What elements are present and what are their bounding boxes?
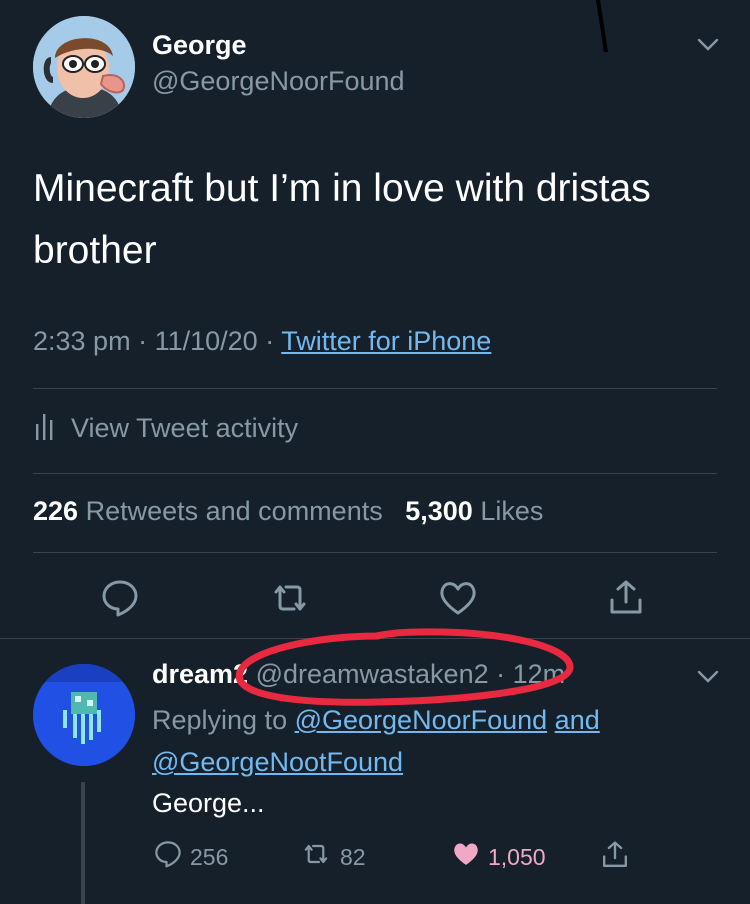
reply-like-count: 1,050 [488, 843, 546, 870]
author-name[interactable]: George [152, 30, 247, 61]
tweet-meta: 2:33 pm · 11/10/20 · Twitter for iPhone [33, 326, 491, 357]
author-avatar[interactable] [33, 16, 135, 118]
heart-icon [450, 838, 482, 876]
likes-label: Likes [480, 496, 544, 526]
reply-age: 12m [512, 659, 566, 689]
chevron-down-icon[interactable] [696, 664, 720, 688]
reply-retweet-button[interactable]: 82 [298, 838, 366, 876]
replying-to: Replying to @GeorgeNoorFound and @George… [152, 699, 712, 783]
replying-and: and [554, 705, 600, 735]
tweet-stats: 226 Retweets and comments 5,300 Likes [33, 496, 543, 527]
reply-author-name[interactable]: dream2 [152, 659, 248, 689]
retweets-stat[interactable]: 226 Retweets and comments [33, 496, 383, 526]
retweet-icon [298, 838, 334, 876]
likes-stat[interactable]: 5,300 Likes [405, 496, 543, 526]
divider [33, 552, 717, 553]
retweets-label: Retweets and comments [85, 496, 383, 526]
divider [0, 638, 750, 639]
comment-icon [152, 838, 184, 876]
meta-separator: · [138, 326, 155, 356]
replying-to-link-2[interactable]: @GeorgeNootFound [152, 747, 403, 777]
reply-avatar[interactable] [33, 664, 135, 766]
thread-line [81, 782, 85, 904]
likes-count: 5,300 [405, 496, 473, 526]
tweet-actions [0, 570, 750, 630]
retweet-icon[interactable] [268, 576, 312, 620]
comment-icon[interactable] [98, 576, 142, 620]
author-handle[interactable]: @GeorgeNoorFound [152, 66, 405, 97]
view-activity-link[interactable]: View Tweet activity [33, 410, 298, 447]
heart-icon[interactable] [436, 576, 480, 620]
reply-comment-button[interactable]: 256 [152, 838, 228, 876]
chevron-down-icon[interactable] [696, 32, 720, 56]
meta-separator: · [488, 659, 513, 689]
retweets-count: 226 [33, 496, 79, 526]
replying-to-link-1[interactable]: @GeorgeNoorFound [295, 705, 548, 735]
reply-retweet-count: 82 [340, 843, 366, 870]
reply-header: dream2 @dreamwastaken2 · 12m [152, 659, 565, 690]
divider [33, 473, 717, 474]
share-icon[interactable] [604, 576, 648, 620]
reply-author-handle[interactable]: @dreamwastaken2 [256, 659, 489, 689]
reply-text: George... [152, 788, 265, 818]
tweet-time: 2:33 pm [33, 326, 131, 356]
tweet-source-link[interactable]: Twitter for iPhone [281, 326, 491, 356]
tweet-text: Minecraft but I’m in love with dristas b… [33, 167, 651, 272]
view-activity-label: View Tweet activity [71, 413, 299, 443]
reply-comment-count: 256 [190, 843, 229, 870]
bar-chart-icon [33, 410, 57, 447]
reply-share-button[interactable] [598, 838, 632, 878]
replying-prefix: Replying to [152, 705, 288, 735]
tweet-date: 11/10/20 [154, 326, 258, 356]
share-icon [598, 838, 632, 878]
meta-separator: · [265, 326, 282, 356]
stray-mark [596, 0, 610, 54]
reply-like-button[interactable]: 1,050 [450, 838, 546, 876]
divider [33, 388, 717, 389]
